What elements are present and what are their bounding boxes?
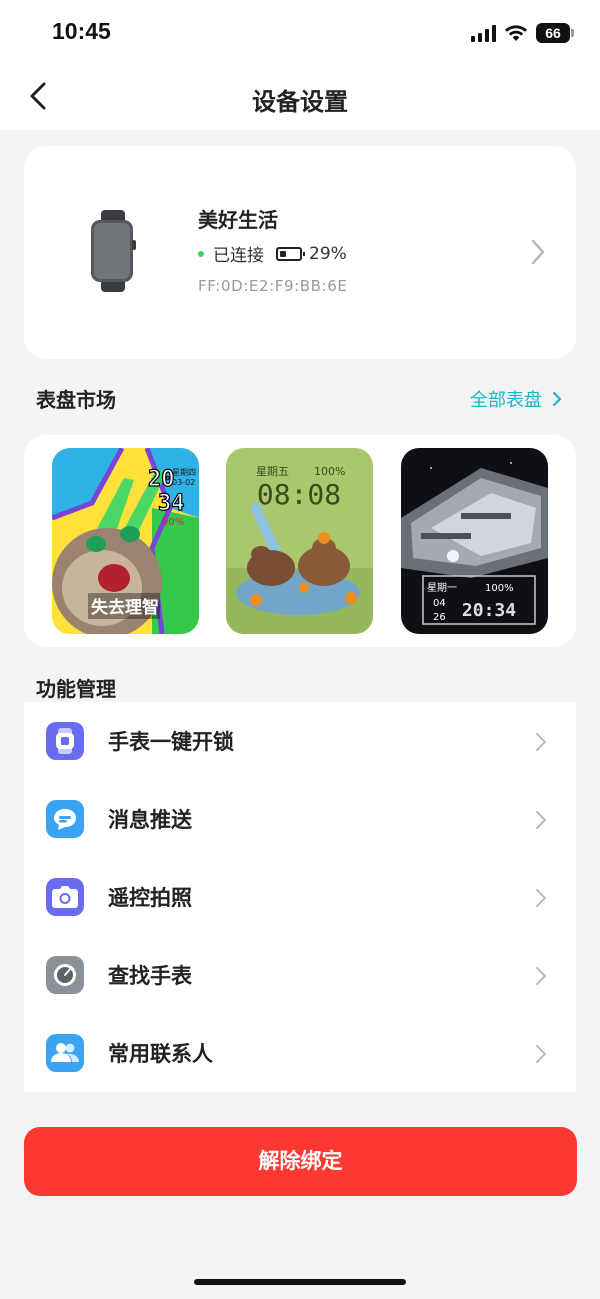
connected-dot-icon [198,250,204,257]
status-bar: 10:45 66 [0,0,600,64]
watch-face-spaceship[interactable]: 星期一 100% 04 26 20:34 [401,448,548,634]
svg-text:失去理智: 失去理智 [91,597,159,618]
list-item-message-push[interactable]: 消息推送 [24,780,576,858]
chevron-right-icon [552,391,562,407]
svg-text:03-02: 03-02 [172,478,195,487]
svg-text:26: 26 [433,612,446,623]
watch-unlock-icon [46,722,84,760]
page-title: 设备设置 [252,88,348,116]
device-card[interactable]: 美好生活 已连接 29% FF:0D:E2:F9:BB:6E [24,146,576,359]
battery-icon: 66 [536,23,574,43]
svg-text:星期四: 星期四 [172,468,196,477]
home-indicator [194,1279,406,1285]
find-watch-icon [46,956,84,994]
message-push-label: 消息推送 [108,808,192,832]
svg-text:20:34: 20:34 [462,600,516,621]
list-item-remote-camera[interactable]: 遥控拍照 [24,858,576,936]
svg-text:100%: 100% [314,465,345,478]
device-status-row: 已连接 29% [198,241,347,266]
chevron-right-icon [531,239,545,265]
functions-list: 手表一键开锁 消息推送 遥控拍照 查找手表 常用联系人 [24,702,576,1092]
chevron-right-icon [536,811,546,829]
list-item-find-watch[interactable]: 查找手表 [24,936,576,1014]
message-icon [46,800,84,838]
connection-status: 已连接 [213,246,264,266]
device-name: 美好生活 [198,208,278,232]
watch-unlock-label: 手表一键开锁 [108,730,234,754]
functions-title: 功能管理 [36,677,116,701]
list-item-contacts[interactable]: 常用联系人 [24,1014,576,1092]
battery-level-icon [276,246,305,261]
watch-faces-card: 失去理智 20 34 星期四 03-02 90% 星期五 100% 08:08 [24,435,576,647]
remote-camera-label: 遥控拍照 [108,886,192,910]
nav-bar: 设备设置 [0,64,600,130]
svg-text:20: 20 [148,467,175,492]
unbind-button[interactable]: 解除绑定 [24,1127,577,1196]
watch-face-capybara[interactable]: 星期五 100% 08:08 [226,448,373,634]
find-watch-label: 查找手表 [108,964,192,988]
device-battery: 29% [309,243,347,264]
contacts-icon [46,1034,84,1072]
list-item-watch-unlock[interactable]: 手表一键开锁 [24,702,576,780]
svg-text:34: 34 [158,491,185,516]
contacts-label: 常用联系人 [108,1042,213,1066]
chevron-right-icon [536,967,546,985]
chevron-right-icon [536,733,546,751]
watch-face-cat[interactable]: 失去理智 20 34 星期四 03-02 90% [52,448,199,634]
cellular-signal-icon [471,24,496,42]
svg-text:08:08: 08:08 [257,478,341,511]
chevron-right-icon [536,889,546,907]
svg-text:90%: 90% [162,517,184,528]
mac-address: FF:0D:E2:F9:BB:6E [198,277,348,295]
svg-text:星期五: 星期五 [256,465,289,478]
status-time: 10:45 [52,18,111,44]
svg-text:星期一: 星期一 [427,582,457,594]
camera-icon [46,878,84,916]
chevron-right-icon [536,1045,546,1063]
dial-market-title: 表盘市场 [36,388,116,412]
svg-text:04: 04 [433,598,446,609]
watch-image [91,210,136,292]
all-faces-label: 全部表盘 [470,390,542,411]
wifi-icon [505,25,527,41]
all-faces-link[interactable]: 全部表盘 [470,386,562,412]
svg-text:100%: 100% [485,583,514,594]
status-icons: 66 [471,20,574,46]
